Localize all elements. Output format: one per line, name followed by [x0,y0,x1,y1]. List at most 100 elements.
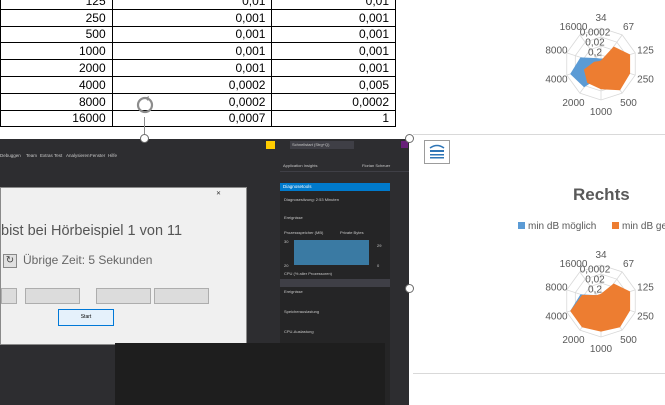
table-row: 2000 0,001 0,001 [0,59,396,77]
vs-menu-bar: Debuggen Team Extras Test Analysieren Fenster… [0,152,409,161]
diag-tabs[interactable] [280,279,390,287]
table-cell[interactable]: 0,001 [271,8,396,27]
embedded-screenshot[interactable]: Schnellstart (Strg+Q) Debuggen Team Extras… [0,139,409,405]
table-cell[interactable]: 0,005 [271,75,396,94]
table-cell[interactable]: 1 [271,109,396,128]
dialog-title: bist bei Hörbeispiel 1 von 11 [1,223,183,239]
table-cell[interactable]: 1000 [0,42,113,61]
menu-item[interactable]: Analysieren [66,153,90,158]
table-cell[interactable]: 250 [0,8,113,27]
layout-options-icon[interactable] [424,140,450,164]
radar-axis-label: 67 [623,22,635,33]
radar-axis-label: 4000 [545,311,568,322]
table-cell[interactable]: 0,01 [271,0,396,10]
radar-axis-label: 67 [623,259,635,270]
menu-item[interactable]: Hilfe [108,153,117,158]
table-row: 16000 0,0007 1 [0,109,396,128]
table-cell[interactable]: 500 [0,25,113,44]
table-cell[interactable]: 0,0002 [271,92,396,111]
table-cell[interactable]: 0,001 [271,59,396,77]
legend-item-1: min dB möglich [518,221,596,232]
radar-axis-label: 8000 [545,283,568,294]
table-cell[interactable]: 4000 [0,75,113,94]
vs-tab-strip [0,171,280,183]
table-cell[interactable]: 8000 [0,92,113,111]
resize-handle-right[interactable] [405,284,414,293]
answer-button-3[interactable] [96,288,151,304]
menu-item[interactable]: Debuggen [0,153,21,158]
resize-handle-top[interactable] [140,134,149,143]
chart-title: Rechts [573,185,630,204]
radar-axis-label: 8000 [545,46,568,57]
toolbar-insights[interactable]: Application Insights [283,163,317,168]
diag-private-bytes: Private Bytes [340,230,364,235]
app-dialog: ✕ bist bei Hörbeispiel 1 von 11 ↻ Übrige… [0,187,247,345]
user-name[interactable]: Florian Scheuer [362,163,390,168]
resize-handle-top-right[interactable] [405,134,414,143]
radar-chart-bottom: 34671252505001000200040008000160000,0002… [545,250,654,355]
radar-axis-label: 500 [620,335,637,346]
remaining-time: Übrige Zeit: 5 Sekunden [23,253,153,267]
diag-value-30: 30 [284,239,289,244]
legend-swatch-orange [612,222,619,229]
legend-swatch-blue [518,222,525,229]
table-row: 1000 0,001 0,001 [0,42,396,61]
answer-button-2[interactable] [25,288,80,304]
radar-axis-label: 34 [595,250,607,261]
table-row: 125 0,01 0,01 [0,0,396,10]
table-row: 250 0,001 0,001 [0,8,396,27]
radar-chart-top: 34671252505001000200040008000160000,0002… [545,13,654,118]
table-row: 500 0,001 0,001 [0,25,396,44]
table-cell[interactable]: 0,001 [111,8,273,27]
table-cell[interactable]: 2000 [0,59,113,77]
table-cell[interactable]: 0,01 [111,0,273,10]
radar-axis-label: 125 [637,46,654,57]
table-cell[interactable]: 0,0002 [111,75,273,94]
radar-axis-label: 250 [637,74,654,85]
legend-label-2: min dB ge [622,221,665,232]
answer-button-1[interactable] [1,288,17,304]
radar-axis-label: 34 [595,13,607,24]
close-icon[interactable]: ✕ [216,190,221,197]
table-cell[interactable]: 0,001 [111,42,273,61]
radar-axis-label: 2000 [562,335,585,346]
menu-item[interactable]: Test [54,153,62,158]
table-row: 4000 0,0002 0,005 [0,75,396,94]
diag-cpu: CPU (% aller Prozessoren) [284,271,333,276]
chart-divider-bottom [413,373,665,374]
rotate-handle-icon[interactable] [133,93,157,117]
filter-icon [266,141,275,149]
replay-icon[interactable]: ↻ [3,254,17,268]
vs-title-bar: Schnellstart (Strg+Q) [0,139,409,152]
menu-item[interactable]: Extras [40,153,53,158]
radar-axis-label: 500 [620,98,637,109]
diagnostics-title: Diagnosetools [280,183,390,191]
menu-item[interactable]: Team [26,153,37,158]
table-cell[interactable]: 125 [0,0,113,10]
legend-item-2: min dB ge [612,221,665,232]
diag-memory: Prozessspeicher (MB) [284,230,324,235]
table-cell[interactable]: 16000 [0,109,113,128]
start-button[interactable]: Start [58,309,114,326]
diag-events: Ereignisse [284,215,303,220]
diag-value-20: 20 [284,263,289,268]
radar-axis-label: 2000 [562,98,585,109]
table-cell[interactable]: 0,001 [271,42,396,61]
radar-axis-label: 250 [637,311,654,322]
radar-axis-label: 125 [637,283,654,294]
answer-button-4[interactable] [154,288,209,304]
quick-launch-input[interactable]: Schnellstart (Strg+Q) [290,141,354,149]
diag-cpu-usage: CPU-Auslastung [284,329,314,334]
data-table: 125 0,01 0,01 250 0,001 0,001 500 0,001 0,001 100… [0,0,396,128]
table-cell[interactable]: 0,001 [111,59,273,77]
chart-divider-top [413,134,665,135]
diag-events-2: Ereignisse [284,289,303,294]
menu-item[interactable]: Fenster [90,153,105,158]
legend-label-1: min dB möglich [528,221,597,232]
table-cell[interactable]: 0,001 [111,25,273,44]
diag-value-0: 0 [377,263,380,268]
table-cell[interactable]: 0,001 [271,25,396,44]
memory-graph [294,240,369,265]
radar-ring-label: 0,2 [588,285,602,296]
radar-ring-label: 0,2 [588,48,602,59]
